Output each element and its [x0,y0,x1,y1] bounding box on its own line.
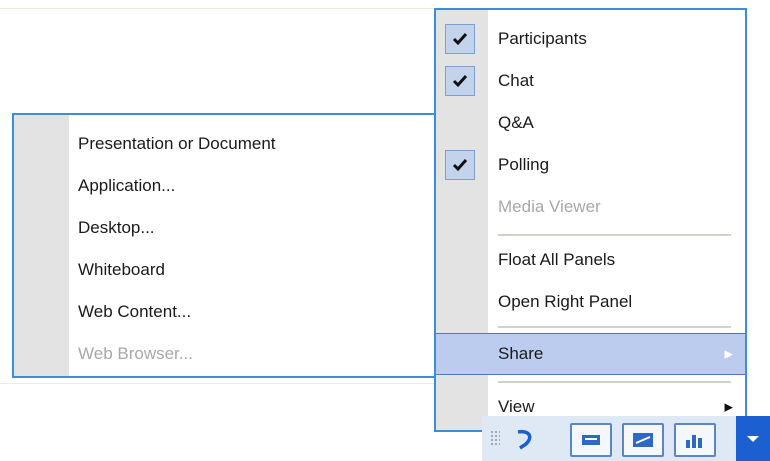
undo-arrow-icon[interactable] [512,426,538,457]
menu-item-chat[interactable]: Chat [436,60,745,102]
menu-item-share[interactable]: Share ▶ [436,333,745,375]
toolbar-dropdown-button[interactable] [736,416,770,461]
menu-item-label: Desktop... [78,218,155,237]
menu-item-application[interactable]: Application... [14,165,440,207]
menu-item-label: Presentation or Document [78,134,276,153]
menu-separator [498,234,731,236]
menu-separator [498,326,731,328]
bottom-toolbar [482,416,770,461]
background-divider-bottom [0,383,434,384]
menu-item-desktop[interactable]: Desktop... [14,207,440,249]
menu-item-label: Participants [498,29,587,48]
menu-item-presentation-or-document[interactable]: Presentation or Document [14,123,440,165]
menu-item-web-content[interactable]: Web Content... [14,291,440,333]
menu-item-media-viewer: Media Viewer [436,186,745,228]
menu-item-label: Q&A [498,113,534,132]
background-divider-top [0,8,434,9]
menu-item-label: Media Viewer [498,197,601,216]
menu-item-polling[interactable]: Polling [436,144,745,186]
menu-item-label: View [498,397,535,416]
checkmark-icon [445,150,475,180]
slides-icon[interactable] [622,423,664,457]
grip-icon[interactable] [490,430,500,446]
menu-item-label: Application... [78,176,176,195]
checkmark-icon [445,24,475,54]
submenu-arrow-icon: ▶ [724,401,733,414]
menu-separator [498,381,731,383]
submenu-arrow-icon: ▶ [724,348,733,361]
menu-item-label: Whiteboard [78,260,165,279]
share-submenu: Presentation or Document Application... … [12,113,442,378]
menu-item-label: Open Right Panel [498,292,633,311]
menu-item-float-all-panels[interactable]: Float All Panels [436,239,745,281]
menu-item-label: Web Browser... [78,344,193,363]
dropdown-arrow-icon [747,435,759,442]
panel-icon[interactable] [570,423,612,457]
menu-item-whiteboard[interactable]: Whiteboard [14,249,440,291]
menu-item-qa[interactable]: Q&A [436,102,745,144]
menu-item-label: Web Content... [78,302,192,321]
menu-item-label: Chat [498,71,534,90]
menu-item-participants[interactable]: Participants [436,18,745,60]
bar-chart-icon[interactable] [674,423,716,457]
menu-item-label: Float All Panels [498,250,616,269]
menu-item-label: Polling [498,155,550,174]
menu-item-web-browser: Web Browser... [14,333,440,375]
checkmark-icon [445,66,475,96]
menu-item-label: Share [498,344,544,363]
view-menu: Participants Chat Q&A Polling Media View… [434,8,747,432]
menu-item-open-right-panel[interactable]: Open Right Panel [436,281,745,323]
